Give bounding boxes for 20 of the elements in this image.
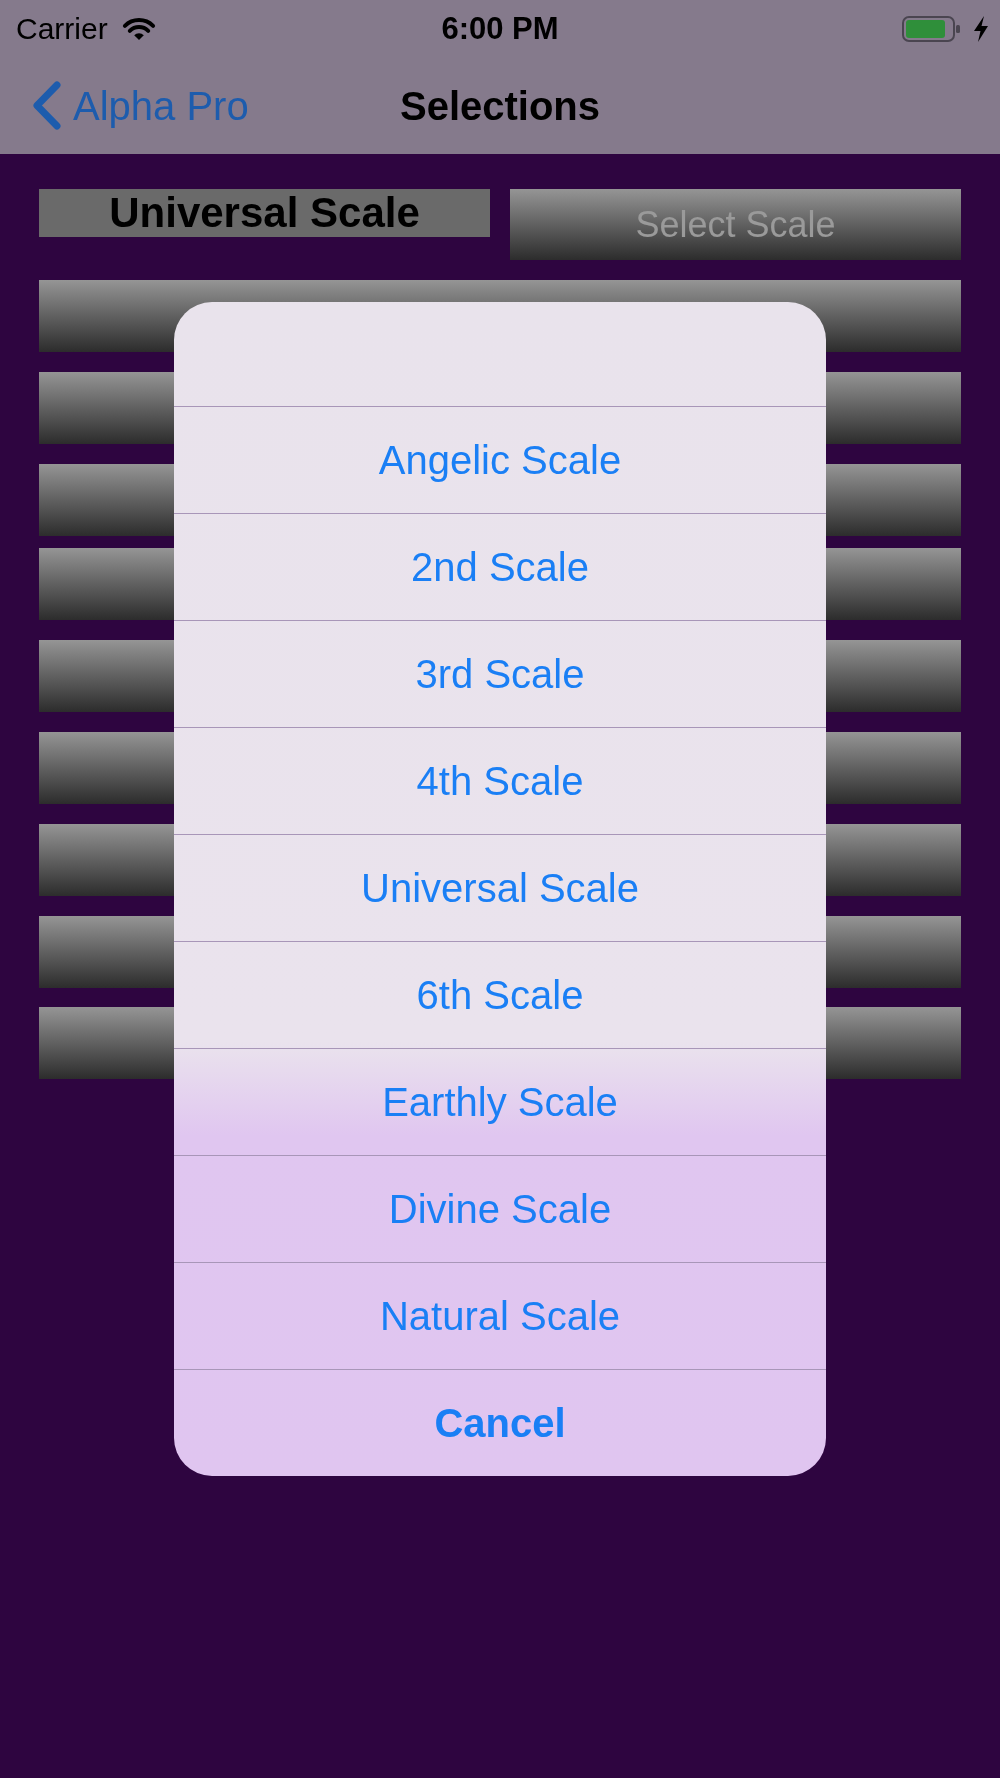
scale-option[interactable]: Natural Scale xyxy=(174,1262,826,1369)
current-scale-label: Universal Scale xyxy=(39,189,490,237)
select-scale-button[interactable]: Select Scale xyxy=(510,189,961,260)
cancel-button[interactable]: Cancel xyxy=(174,1369,826,1476)
status-time: 6:00 PM xyxy=(441,13,559,44)
chevron-left-icon xyxy=(31,81,61,130)
scale-option[interactable]: 6th Scale xyxy=(174,941,826,1048)
scale-option[interactable]: 3rd Scale xyxy=(174,620,826,727)
carrier-name: Carrier xyxy=(16,13,108,44)
scale-option[interactable]: Universal Scale xyxy=(174,834,826,941)
scale-option[interactable]: 4th Scale xyxy=(174,727,826,834)
wifi-icon xyxy=(121,16,156,41)
screen-title: Selections xyxy=(399,85,601,126)
scale-option[interactable]: Angelic Scale xyxy=(174,406,826,513)
back-button[interactable]: Alpha Pro xyxy=(31,81,249,130)
lightning-bolt-icon xyxy=(973,15,989,42)
scale-option[interactable]: 2nd Scale xyxy=(174,513,826,620)
scale-option[interactable]: Earthly Scale xyxy=(174,1048,826,1155)
scale-option[interactable]: Divine Scale xyxy=(174,1155,826,1262)
battery-icon xyxy=(902,15,960,42)
